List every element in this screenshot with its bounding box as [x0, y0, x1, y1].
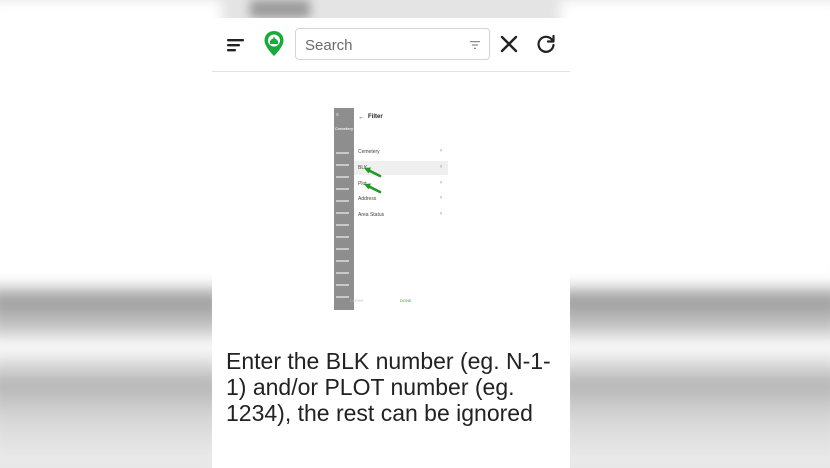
- filter-icon[interactable]: [469, 40, 481, 50]
- screenshot-list-item: [336, 260, 349, 262]
- menu-icon[interactable]: [226, 37, 246, 53]
- app-bar: [212, 18, 570, 72]
- search-input[interactable]: [305, 35, 455, 55]
- screenshot-list-item: [336, 236, 349, 238]
- screenshot-side-header: Cemetery: [335, 126, 354, 131]
- screenshot-filter-panel: ← Filter Cemetery › BLK › Plot › Address…: [354, 108, 448, 310]
- screenshot-filter-title: Filter: [368, 114, 383, 120]
- screenshot-list-item: [336, 200, 349, 202]
- screenshot-list-item: [336, 212, 349, 214]
- screenshot-done-button: DONE: [400, 298, 412, 303]
- phone-screen: ≡ Cemetery ← Filter Cemetery ›: [212, 18, 570, 468]
- screenshot-list-item: [336, 164, 349, 166]
- screenshot-row-label: Area Status: [358, 212, 385, 218]
- green-arrow-icon: [364, 167, 382, 178]
- chevron-right-icon: ›: [440, 195, 442, 201]
- screenshot-list-item: [336, 272, 349, 274]
- screenshot-list-item: [336, 152, 349, 154]
- green-arrow-icon: [364, 183, 382, 194]
- location-pin-logo-icon: [264, 31, 284, 56]
- blurred-background-top: [250, 0, 310, 18]
- chevron-right-icon: ›: [440, 148, 442, 154]
- screenshot-row-address: Address ›: [354, 192, 448, 206]
- screenshot-row-label: Cemetery: [358, 149, 380, 155]
- tutorial-screenshot: ≡ Cemetery ← Filter Cemetery › BLK › Plo…: [334, 108, 448, 310]
- screenshot-row-cemetery: Cemetery ›: [354, 145, 448, 159]
- screenshot-clear-button: CLEAR: [350, 298, 364, 303]
- screenshot-list-item: [336, 284, 349, 286]
- instruction-text: Enter the BLK number (eg. N-1-1) and/or …: [226, 348, 551, 426]
- blurred-background-left: [0, 0, 222, 468]
- screenshot-list-item: [336, 224, 349, 226]
- screenshot-list-item: [336, 296, 349, 298]
- chevron-right-icon: ›: [440, 180, 442, 186]
- screenshot-row-area-status: Area Status ›: [354, 208, 448, 222]
- screenshot-row-label: Address: [358, 196, 377, 202]
- blurred-background-right: [560, 0, 830, 468]
- chevron-right-icon: ›: [440, 211, 442, 217]
- screenshot-list-item: [336, 248, 349, 250]
- screenshot-menu-icon: ≡: [336, 112, 339, 118]
- screenshot-side-list: ≡ Cemetery: [334, 108, 354, 310]
- refresh-icon[interactable]: [536, 34, 556, 54]
- search-box[interactable]: [295, 28, 490, 60]
- chevron-right-icon: ›: [440, 164, 442, 170]
- screenshot-list-item: [336, 188, 349, 190]
- screenshot-list-item: [336, 176, 349, 178]
- back-arrow-icon: ←: [358, 113, 365, 121]
- close-icon[interactable]: [500, 35, 518, 53]
- screenshot-filter-header: ← Filter: [358, 112, 383, 122]
